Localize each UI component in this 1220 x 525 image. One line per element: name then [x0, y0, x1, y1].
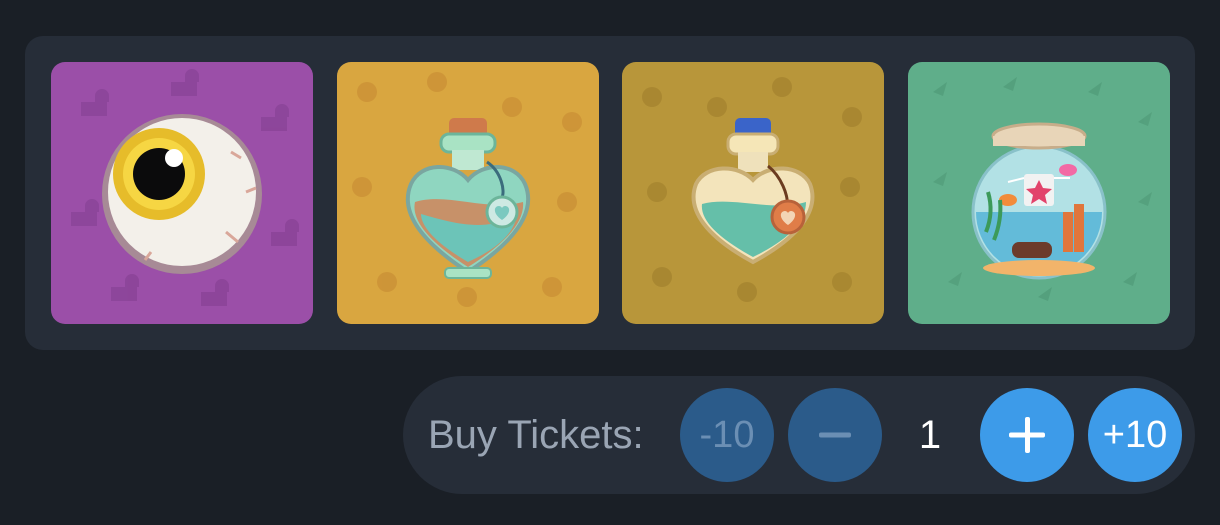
fish-bowl-icon	[908, 62, 1170, 324]
prize-tile-eyeball[interactable]	[51, 62, 313, 324]
prize-tile-blue-potion[interactable]	[622, 62, 884, 324]
buy-tickets-label: Buy Tickets:	[428, 413, 644, 457]
green-love-potion-icon	[337, 62, 599, 324]
eyeball-icon	[51, 62, 313, 324]
minus-icon	[819, 432, 851, 438]
plus-ten-button[interactable]: +10	[1088, 388, 1182, 482]
blue-love-potion-icon	[622, 62, 884, 324]
prize-tile-green-potion[interactable]	[337, 62, 599, 324]
plus-icon	[1009, 417, 1045, 453]
minus-button[interactable]	[788, 388, 882, 482]
plus-button[interactable]	[980, 388, 1074, 482]
minus-ten-button[interactable]: -10	[680, 388, 774, 482]
prize-panel	[25, 36, 1195, 350]
buy-tickets-bar: Buy Tickets: -10 1 +10	[403, 376, 1195, 494]
prize-tile-fish-bowl[interactable]	[908, 62, 1170, 324]
ticket-quantity: 1	[918, 413, 942, 457]
